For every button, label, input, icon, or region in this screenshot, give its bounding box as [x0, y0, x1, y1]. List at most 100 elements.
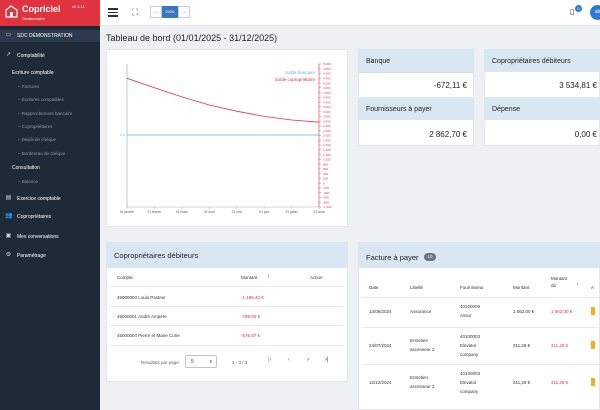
sidebar-item-label: Bordereau de chèque	[21, 151, 66, 156]
right-axis-tick-label: -600	[323, 196, 329, 200]
sidebar-item-label: Balance	[21, 179, 39, 184]
sidebar-item-bordereau-cheque[interactable]: – Bordereau de chèque	[18, 151, 118, 158]
divider	[110, 306, 344, 307]
next-page-icon[interactable]: ›	[307, 357, 309, 363]
col-date[interactable]: Date	[369, 285, 379, 290]
group-label: Consultation	[12, 165, 40, 171]
sidebar-item-rapprochement[interactable]: – Rapprochement bancaire	[18, 111, 118, 118]
invoice-label: Entretien	[410, 338, 429, 343]
avatar[interactable]: ab	[590, 5, 600, 20]
per-page-select[interactable]: 5 ▾	[185, 355, 217, 368]
sidebar-item-label: Factures	[21, 84, 40, 89]
sidebar-item-conversations[interactable]: ▣ Mes conversations	[0, 233, 100, 242]
right-axis-tick-label: 1 400	[323, 148, 331, 152]
divider	[359, 72, 473, 73]
kpi-value: -672,11 €	[433, 81, 467, 90]
x-axis-tick-label: 01 janvier	[120, 210, 135, 214]
fullscreen-icon[interactable]: ⛶	[132, 7, 142, 17]
debtor-account[interactable]: 45000003 Louis Pasteur	[117, 295, 166, 300]
right-axis-tick-label: 1 800	[323, 138, 331, 142]
right-axis-tick-label: 2 200	[323, 129, 331, 133]
sort-down-icon[interactable]: ↓	[576, 281, 579, 287]
sidebar-item-factures[interactable]: – Factures	[18, 84, 118, 91]
brand[interactable]: Copriciel v2.4.11 Gestionnaire	[0, 0, 100, 26]
sidebar-item-balance[interactable]: – Balance	[18, 179, 118, 186]
col-action: Action	[310, 275, 323, 280]
invoice-supplier[interactable]: Assur	[460, 313, 472, 318]
sidebar-item-label: Dépôt de chèque	[21, 137, 57, 142]
divider	[362, 297, 600, 298]
legend-item: Solde bancaire	[285, 70, 316, 75]
prev-page-icon[interactable]: ‹	[288, 357, 290, 363]
app-version: v2.4.11	[72, 4, 85, 9]
sidebar-item-ecritures[interactable]: – Écritures comptables	[18, 97, 118, 104]
col-montant-du[interactable]: Montant dû	[551, 275, 571, 289]
sidebar-item-comptabilite[interactable]: ↗ Comptabilité	[0, 52, 100, 61]
right-axis-tick-label: 3 200	[323, 105, 331, 109]
sidebar-item-depot-cheque[interactable]: – Dépôt de chèque	[18, 137, 118, 144]
invoice-label: Assurance	[410, 309, 432, 314]
invoice-supplier[interactable]: Elevator	[460, 380, 477, 385]
year-value[interactable]: 2026	[162, 6, 178, 18]
right-axis-tick-label: 1 000	[323, 158, 331, 162]
x-axis-tick-label: 01 février	[148, 210, 163, 214]
x-axis-tick-label: 01 juin	[259, 210, 269, 214]
sort-up-icon[interactable]: ↑	[267, 274, 270, 280]
next-year-button[interactable]: →	[178, 6, 190, 18]
prev-year-button[interactable]: ←	[150, 6, 162, 18]
invoice-due: 311,28 €	[551, 343, 569, 348]
sidebar-item-exercice[interactable]: ▤ Exercice comptable	[0, 195, 100, 204]
invoice-supplier[interactable]: 40100003	[460, 371, 480, 376]
debtor-account[interactable]: 45000001 André Ampère	[117, 314, 167, 319]
debtor-account[interactable]: 45000004 Pierre et Marie Curie	[117, 333, 180, 338]
pay-button[interactable]	[591, 378, 595, 386]
company-selector[interactable]: ▭ SDC DÉMONSTRATION	[0, 30, 100, 42]
right-axis-tick-label: 4 600	[323, 72, 331, 76]
col-montant[interactable]: Montant	[241, 275, 257, 280]
invoice-label: ascenseur 2	[410, 347, 435, 352]
app-subtitle: Gestionnaire	[22, 16, 45, 21]
kpi-card-coproprietaires: Copropriétaires débiteurs 3 534,81 € Dép…	[484, 49, 600, 146]
left-axis-tick-label: 0,0	[120, 133, 125, 137]
divider	[362, 327, 600, 328]
top-bar: ⛶ ← 2026 → ▯ 0 ab	[100, 0, 600, 26]
invoice-due: 311,28 €	[551, 380, 569, 385]
invoice-supplier[interactable]: company	[460, 389, 478, 394]
invoices-count-badge: 10	[424, 253, 436, 261]
pay-button[interactable]	[591, 307, 595, 315]
sidebar-item-coproprietaires[interactable]: 👥 Copropriétaires	[0, 213, 100, 222]
invoice-supplier[interactable]: 40100009	[460, 304, 480, 309]
monitor-icon: ▭	[5, 32, 12, 38]
invoice-supplier[interactable]: company	[460, 352, 478, 357]
sidebar-item-label: Copropriétaires	[21, 124, 53, 129]
col-libelle[interactable]: Libellé	[410, 285, 423, 290]
series-line-solde-coproprietaire	[126, 77, 320, 123]
sidebar-item-coproprietaires-ecriture[interactable]: – Copropriétaires	[18, 124, 118, 131]
kpi-value: 0,00 €	[574, 130, 597, 139]
sidebar: Copriciel v2.4.11 Gestionnaire ▭ SDC DÉM…	[0, 0, 100, 410]
sidebar-item-parametrage[interactable]: ⚙ Paramétrage	[0, 252, 100, 261]
sidebar-item-label: Copropriétaires	[17, 214, 52, 220]
col-fournisseur[interactable]: Fournisseur	[460, 285, 484, 290]
col-compte[interactable]: Compte	[117, 275, 133, 280]
menu-toggle-icon[interactable]	[108, 8, 118, 17]
right-axis-tick-label: 400	[323, 172, 328, 176]
divider	[110, 325, 344, 326]
first-page-icon[interactable]: |‹	[268, 357, 272, 363]
chart-card: 5 000 4 800 4 600 4 400 4 200 4 000 3 800 3 600…	[106, 49, 348, 227]
col-action: A	[591, 285, 595, 290]
calendar-icon: ▤	[5, 195, 12, 201]
right-axis-tick-label: 2 800	[323, 115, 331, 119]
kpi-value: 3 534,81 €	[559, 81, 597, 90]
chart-line-icon: ↗	[5, 52, 12, 58]
kpi-card-banque: Banque -672,11 € Fournisseurs à payer 2 …	[358, 49, 474, 146]
debtor-amount: -576,87 €	[241, 333, 261, 338]
invoice-supplier[interactable]: 40100003	[460, 334, 480, 339]
col-montant[interactable]: Montant	[513, 285, 529, 290]
invoice-supplier[interactable]: Elevator	[460, 343, 477, 348]
right-axis-tick-label: 2 400	[323, 124, 331, 128]
last-page-icon[interactable]: ›|	[325, 357, 329, 363]
chat-icon: ▣	[5, 233, 12, 239]
pay-button[interactable]	[591, 341, 595, 349]
sidebar-item-label: Exercice comptable	[17, 196, 61, 202]
